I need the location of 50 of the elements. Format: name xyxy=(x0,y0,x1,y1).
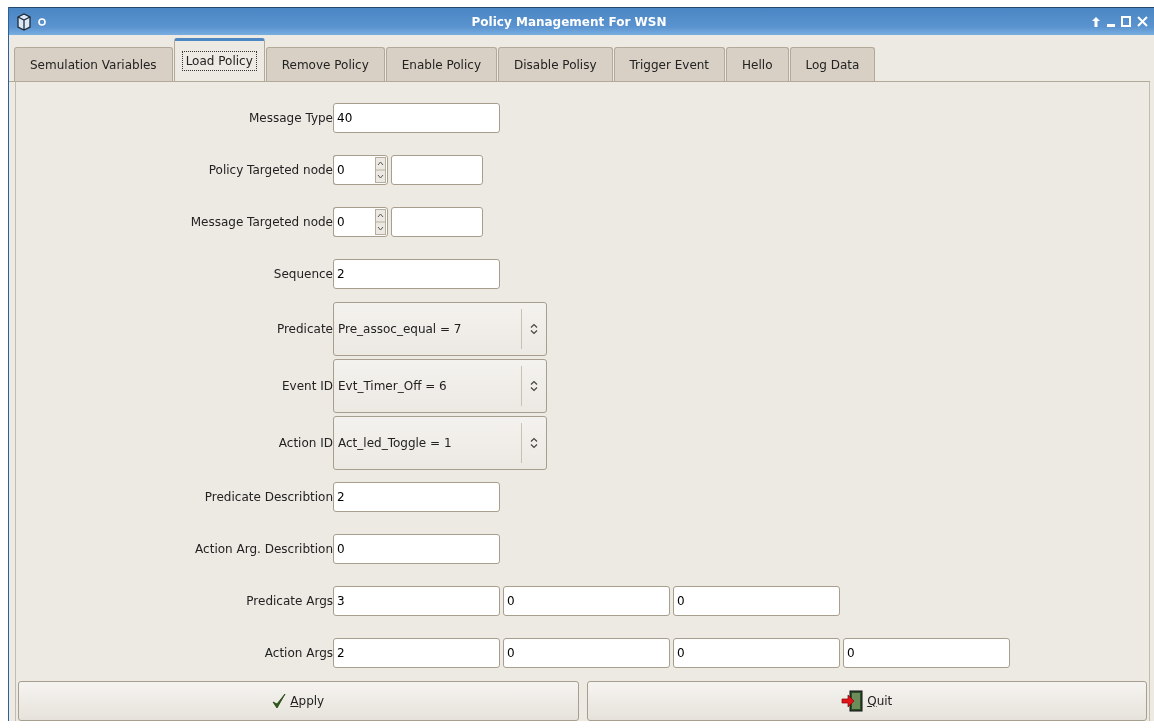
spin-arrows-icon[interactable] xyxy=(374,207,388,237)
up-down-arrows-icon xyxy=(530,379,538,392)
tab[interactable]: Hello xyxy=(726,47,789,81)
field-label: Message Type xyxy=(248,111,333,125)
field-label: Sequence xyxy=(272,267,333,281)
close-icon[interactable] xyxy=(1137,16,1148,27)
field-label: Action Args xyxy=(263,646,333,660)
field-label: Predicate Describtion xyxy=(203,490,333,504)
input-field[interactable]: 3 xyxy=(333,586,500,616)
field-label: Predicate Args xyxy=(245,594,333,608)
tab[interactable]: Log Data xyxy=(789,47,876,81)
dropdown[interactable]: Pre_assoc_equal = 7 xyxy=(333,301,547,356)
tab[interactable]: Disable Polisy xyxy=(498,47,613,81)
field-label: Action Arg. Describtion xyxy=(194,542,333,556)
up-down-arrows-icon xyxy=(530,322,538,335)
window-title: Policy Management For WSN xyxy=(470,14,668,29)
field-label: Event ID xyxy=(281,378,333,393)
maximize-icon[interactable] xyxy=(1121,16,1131,27)
input-field[interactable]: 0 xyxy=(673,586,840,616)
spin-arrows-icon[interactable] xyxy=(374,155,388,185)
field-label: Message Targeted node xyxy=(189,215,333,229)
quit-button[interactable]: Quit xyxy=(586,681,1147,721)
input-field[interactable]: 2 xyxy=(333,259,500,289)
pin-icon[interactable] xyxy=(37,16,47,27)
dropdown[interactable]: Act_led_Toggle = 1 xyxy=(333,415,547,470)
check-icon xyxy=(272,693,287,709)
apply-button[interactable]: Apply xyxy=(18,681,579,721)
field-label: Policy Targeted node xyxy=(207,163,333,177)
input-field[interactable]: 0 xyxy=(673,638,840,668)
input-field[interactable]: 0 xyxy=(503,586,670,616)
input-field[interactable]: 0 xyxy=(843,638,1010,668)
input-field[interactable]: 2 xyxy=(333,638,500,668)
tab[interactable]: Remove Policy xyxy=(265,47,385,81)
up-arrow-icon[interactable] xyxy=(1091,15,1101,28)
input-field[interactable] xyxy=(391,207,483,237)
input-field[interactable]: 2 xyxy=(333,482,500,512)
field-label: Predicate xyxy=(275,321,333,336)
input-field[interactable]: 0 xyxy=(333,534,500,564)
tab[interactable]: Enable Policy xyxy=(385,47,497,81)
input-field[interactable]: 0 xyxy=(503,638,670,668)
tab[interactable]: Load Policy xyxy=(173,38,265,81)
exit-door-icon xyxy=(841,690,864,712)
tab[interactable]: Semulation Variables xyxy=(14,47,173,81)
dropdown[interactable]: Evt_Timer_Off = 6 xyxy=(333,358,547,413)
tab[interactable]: Trigger Event xyxy=(613,47,726,81)
input-field[interactable] xyxy=(391,155,483,185)
cube-icon[interactable] xyxy=(15,12,33,31)
input-field[interactable]: 40 xyxy=(333,103,500,133)
field-label: Action ID xyxy=(277,435,333,450)
up-down-arrows-icon xyxy=(530,436,538,449)
